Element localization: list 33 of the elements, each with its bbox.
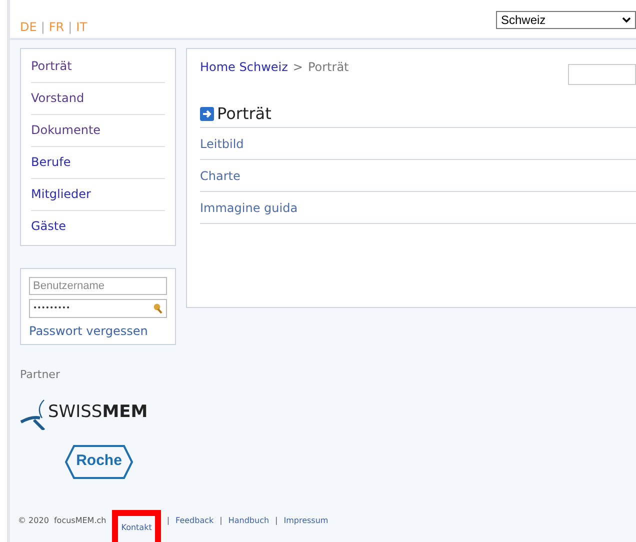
breadcrumb-current: Porträt: [308, 59, 349, 76]
footer-link[interactable]: Impressum: [284, 515, 328, 527]
breadcrumb-home-link[interactable]: Home Schweiz: [200, 58, 288, 76]
footer-separator: |: [275, 515, 278, 527]
key-icon: [153, 303, 163, 314]
username-field[interactable]: Benutzername: [29, 277, 167, 295]
roche-logo: Roche: [64, 444, 134, 480]
forgot-password-link[interactable]: Passwort vergessen: [29, 322, 167, 340]
arrow-right-icon: [200, 107, 214, 121]
footer-link[interactable]: Feedback: [176, 515, 214, 527]
copyright-text: © 2020 focusMEM.ch: [18, 515, 106, 527]
country-select[interactable]: Schweiz: [496, 11, 636, 29]
sidebar-item[interactable]: Mitglieder: [31, 179, 165, 211]
sidebar-item[interactable]: Vorstand: [31, 83, 165, 115]
sidebar-item[interactable]: Porträt: [31, 51, 165, 83]
sidebar-item[interactable]: Berufe: [31, 147, 165, 179]
swissmem-logo: SWISSMEM: [20, 396, 176, 430]
sidebar-item[interactable]: Gäste: [31, 211, 165, 243]
search-field[interactable]: [568, 64, 636, 85]
sidebar-item[interactable]: Dokumente: [31, 115, 165, 147]
footer-separator: |: [166, 515, 170, 527]
partner-title: Partner: [20, 367, 61, 383]
language-separator: |: [40, 19, 45, 36]
content-link[interactable]: Leitbild: [200, 128, 636, 160]
footer-link[interactable]: Kontakt: [121, 523, 152, 532]
content-link[interactable]: Immagine guida: [200, 192, 636, 224]
page-heading: Porträt: [217, 103, 272, 125]
chevron-down-icon: [622, 17, 631, 23]
language-separator: |: [68, 19, 72, 36]
footer-link[interactable]: Handbuch: [228, 515, 270, 527]
content-link[interactable]: Charte: [200, 160, 636, 192]
breadcrumb-separator: >: [292, 59, 303, 76]
footer-separator: |: [220, 515, 222, 527]
